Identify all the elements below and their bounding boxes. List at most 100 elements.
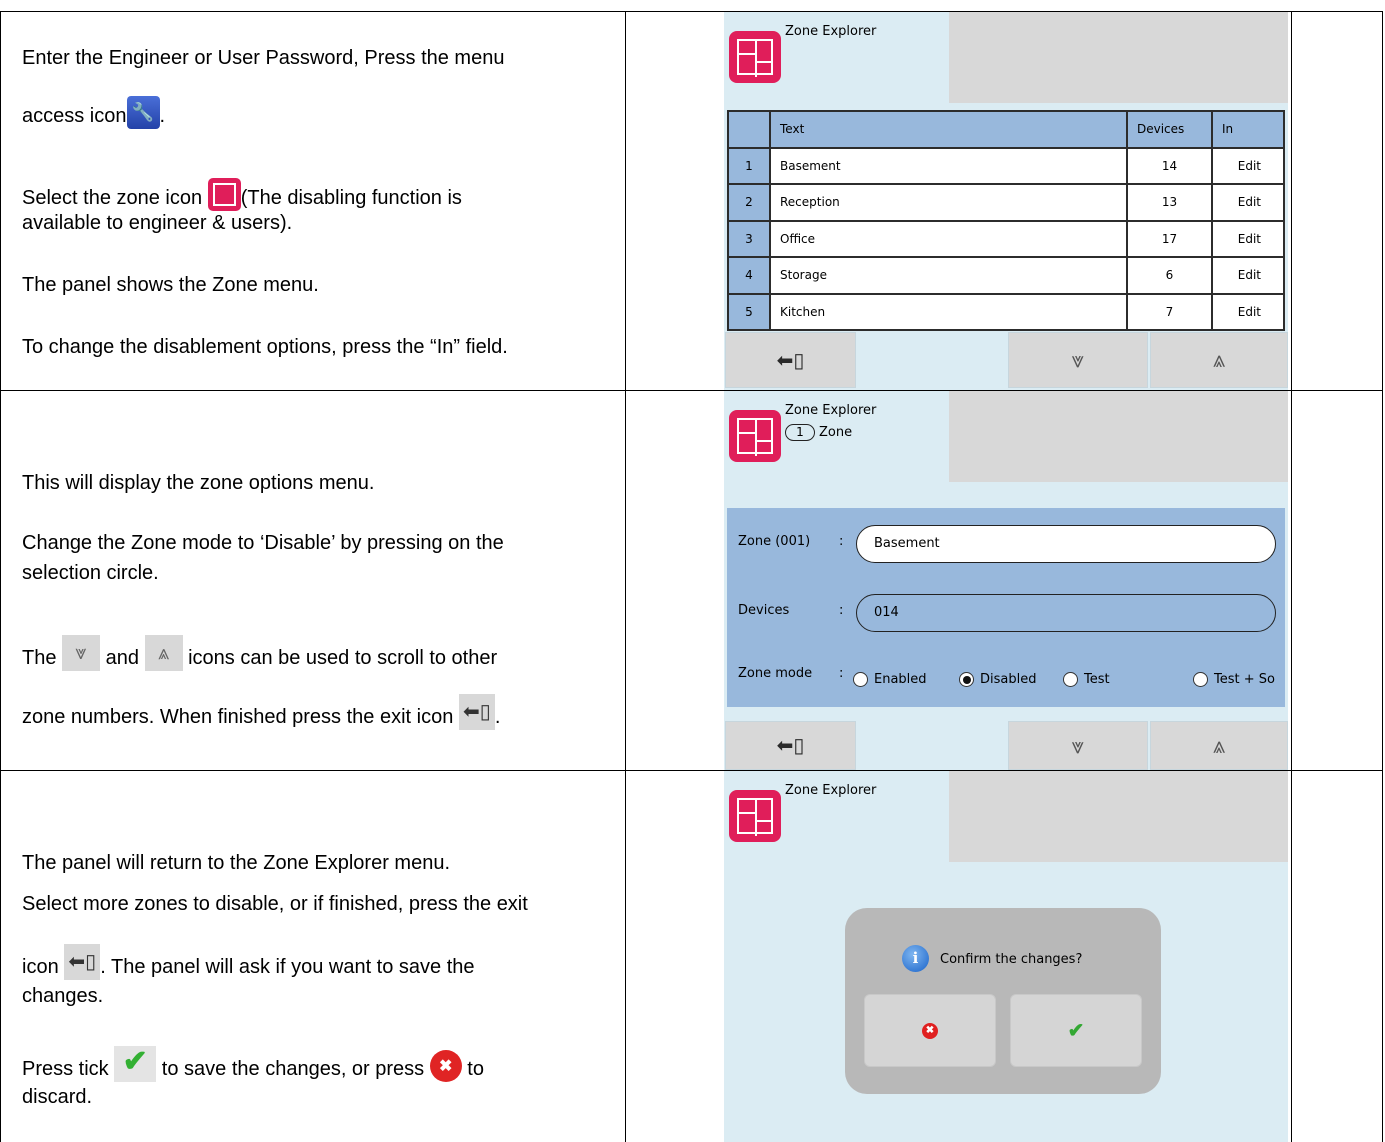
zone-explorer-icon — [729, 31, 781, 83]
zone-number: 3 — [727, 219, 771, 258]
instruction-line: To change the disablement options, press… — [22, 336, 508, 358]
screen-title: Zone Explorer — [785, 24, 877, 39]
zone-edit-button[interactable]: Edit — [1211, 256, 1285, 295]
instruction-line: zone numbers. When finished press the ex… — [22, 694, 500, 730]
zone-number: 1 — [727, 146, 771, 185]
table-header-row: Text Devices In — [727, 110, 1285, 149]
zone-name[interactable]: Kitchen — [769, 292, 1128, 331]
chevron-up-icon: ⩓ — [1212, 732, 1226, 758]
instruction-table: Enter the Engineer or User Password, Pre… — [0, 11, 1383, 1142]
screen-title: Zone Explorer — [785, 403, 877, 418]
zone-options-screen: Zone Explorer 1 Zone Zone (001) : Basemen… — [724, 391, 1288, 770]
exit-button[interactable]: ⬅▯ — [725, 332, 856, 388]
zone-subtitle: 1 Zone — [785, 424, 852, 441]
instruction-line: The panel will return to the Zone Explor… — [22, 852, 450, 874]
cancel-icon: ✖ — [429, 1050, 462, 1082]
column-divider — [625, 771, 626, 1142]
field-separator: : — [839, 666, 844, 681]
zone-name-field[interactable]: Basement — [856, 525, 1276, 563]
scroll-up-button[interactable]: ⩓ — [1150, 721, 1288, 770]
zone-edit-button[interactable]: Edit — [1211, 292, 1285, 331]
mode-disabled-radio[interactable]: Disabled — [959, 672, 1036, 687]
field-separator: : — [839, 534, 844, 549]
radio-circle-selected[interactable] — [959, 672, 974, 687]
dialog-message: Confirm the changes? — [940, 952, 1083, 967]
zone-explorer-icon — [729, 790, 781, 842]
zone-number-badge: 1 — [785, 424, 815, 441]
table-row[interactable]: 4 Storage 6 Edit — [727, 256, 1285, 295]
instruction-row-2: This will display the zone options menu.… — [0, 390, 1383, 771]
column-header-in[interactable]: In — [1211, 110, 1285, 149]
zone-devices: 14 — [1126, 146, 1213, 185]
exit-button[interactable]: ⬅▯ — [725, 721, 856, 770]
scroll-down-button[interactable]: ⩔ — [1008, 721, 1148, 770]
instruction-row-1: Enter the Engineer or User Password, Pre… — [0, 11, 1383, 391]
zone-devices: 17 — [1126, 219, 1213, 258]
instruction-line: Select the zone icon (The disabling func… — [22, 178, 462, 211]
screen-title: Zone Explorer — [785, 783, 877, 798]
instruction-line: Change the Zone mode to ‘Disable’ by pre… — [22, 532, 504, 554]
scroll-down-button[interactable]: ⩔ — [1008, 332, 1148, 388]
zone-edit-button[interactable]: Edit — [1211, 219, 1285, 258]
zone-name[interactable]: Storage — [769, 256, 1128, 295]
column-header-text: Text — [769, 110, 1128, 149]
header-info-box — [949, 12, 1288, 103]
column-divider — [1291, 12, 1292, 390]
radio-circle[interactable] — [1063, 672, 1078, 687]
exit-icon: ⬅▯ — [458, 694, 495, 730]
discard-button[interactable]: ✖ — [864, 994, 996, 1067]
column-divider — [1291, 391, 1292, 770]
zone-edit-button[interactable]: Edit — [1211, 183, 1285, 222]
mode-test-radio[interactable]: Test — [1063, 672, 1110, 687]
zone-name[interactable]: Reception — [769, 183, 1128, 222]
table-row[interactable]: 1 Basement 14 Edit — [727, 146, 1285, 185]
table-row[interactable]: 2 Reception 13 Edit — [727, 183, 1285, 222]
instruction-line: The ⩔ and ⩓ icons can be used to scroll … — [22, 635, 497, 671]
confirm-dialog: i Confirm the changes? ✖ ✔ — [845, 908, 1161, 1094]
radio-circle[interactable] — [853, 672, 868, 687]
zone-edit-button[interactable]: Edit — [1211, 146, 1285, 185]
instruction-line: Select more zones to disable, or if fini… — [22, 893, 528, 915]
column-divider — [625, 12, 626, 390]
cancel-icon: ✖ — [922, 1022, 938, 1039]
menu-access-icon: 🔧 — [126, 96, 160, 129]
field-separator: : — [839, 603, 844, 618]
chevron-up-icon: ⩓ — [1212, 347, 1226, 372]
instruction-line: Press tick ✔ to save the changes, or pre… — [22, 1045, 484, 1082]
mode-enabled-radio[interactable]: Enabled — [853, 672, 927, 687]
zone-name[interactable]: Basement — [769, 146, 1128, 185]
zone-label: Zone (001) — [738, 534, 811, 549]
save-button[interactable]: ✔ — [1010, 994, 1142, 1067]
devices-label: Devices — [738, 603, 790, 618]
zone-devices: 6 — [1126, 256, 1213, 295]
zone-devices: 13 — [1126, 183, 1213, 222]
zone-icon — [207, 178, 241, 211]
zone-mode-label: Zone mode — [738, 666, 813, 681]
table-row[interactable]: 3 Office 17 Edit — [727, 219, 1285, 258]
zone-explorer-screen: Zone Explorer Text Devices In 1 Basement… — [724, 12, 1288, 390]
confirm-changes-screen: Zone Explorer i Confirm the changes? ✖ ✔ — [724, 771, 1288, 1142]
exit-icon: ⬅▯ — [64, 944, 101, 980]
column-header-devices: Devices — [1126, 110, 1213, 149]
radio-circle[interactable] — [1193, 672, 1208, 687]
zone-table: Text Devices In 1 Basement 14 Edit 2 Rec… — [727, 110, 1285, 331]
tick-icon: ✔ — [1067, 1020, 1085, 1042]
zone-name[interactable]: Office — [769, 219, 1128, 258]
exit-icon: ⬅▯ — [776, 735, 805, 757]
zone-options-form: Zone (001) : Basement Devices : 014 Zone… — [727, 508, 1285, 707]
scroll-up-icon: ⩓ — [144, 635, 183, 671]
scroll-down-icon: ⩔ — [62, 635, 101, 671]
info-icon: i — [902, 945, 929, 972]
zone-number: 4 — [727, 256, 771, 295]
zone-number: 5 — [727, 292, 771, 331]
instruction-line: access icon 🔧. — [22, 96, 165, 129]
instruction-line: The panel shows the Zone menu. — [22, 274, 319, 296]
scroll-up-button[interactable]: ⩓ — [1150, 332, 1288, 388]
instruction-line: available to engineer & users). — [22, 212, 293, 234]
instruction-line: changes. — [22, 985, 104, 1007]
mode-test-sounders-radio[interactable]: Test + So — [1193, 672, 1275, 687]
column-header-number — [727, 110, 771, 149]
table-row[interactable]: 5 Kitchen 7 Edit — [727, 292, 1285, 331]
header-info-box — [949, 771, 1288, 862]
instruction-line: icon ⬅▯. The panel will ask if you want … — [22, 944, 475, 980]
